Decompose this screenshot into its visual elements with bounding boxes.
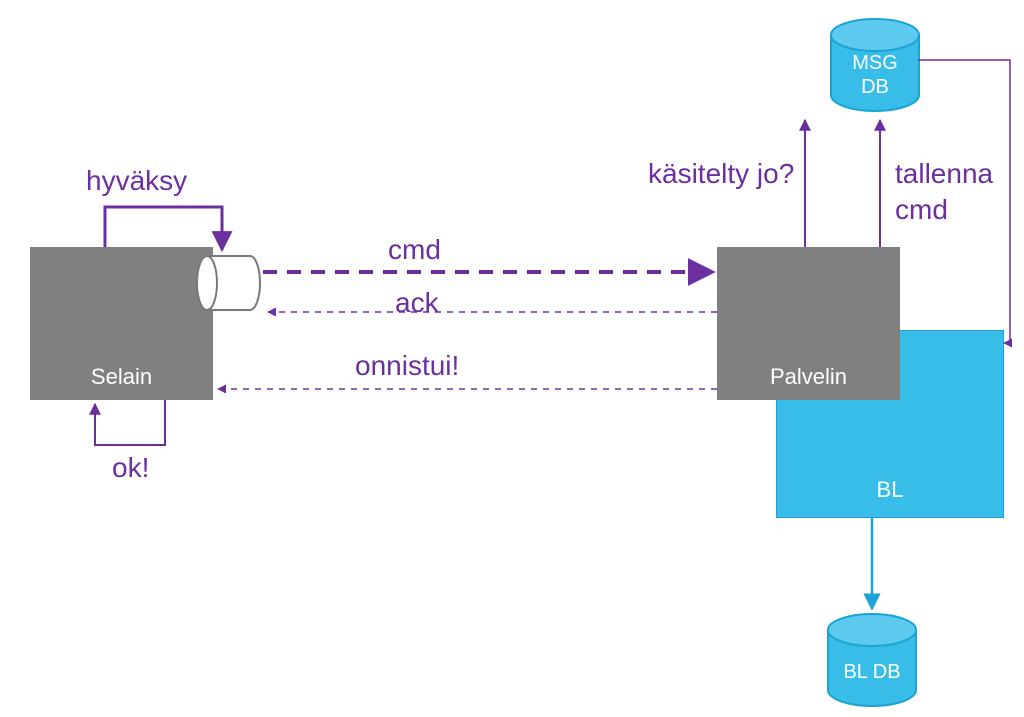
label-ok: ok!: [112, 452, 149, 484]
label-hyvaksy: hyväksy: [86, 165, 187, 197]
label-cmd: cmd: [388, 234, 441, 266]
label-tallenna1: tallenna: [895, 158, 993, 190]
label-tallenna2: cmd: [895, 194, 948, 226]
label-onnistui: onnistui!: [355, 350, 459, 382]
arrow-ok: [95, 400, 165, 445]
connectors: [0, 0, 1024, 717]
diagram-stage: BL Selain Palvelin MSG DB: [0, 0, 1024, 717]
arrow-hyvaksy: [105, 207, 222, 250]
label-kasitelty: käsitelty jo?: [648, 158, 794, 190]
label-ack: ack: [395, 287, 439, 319]
